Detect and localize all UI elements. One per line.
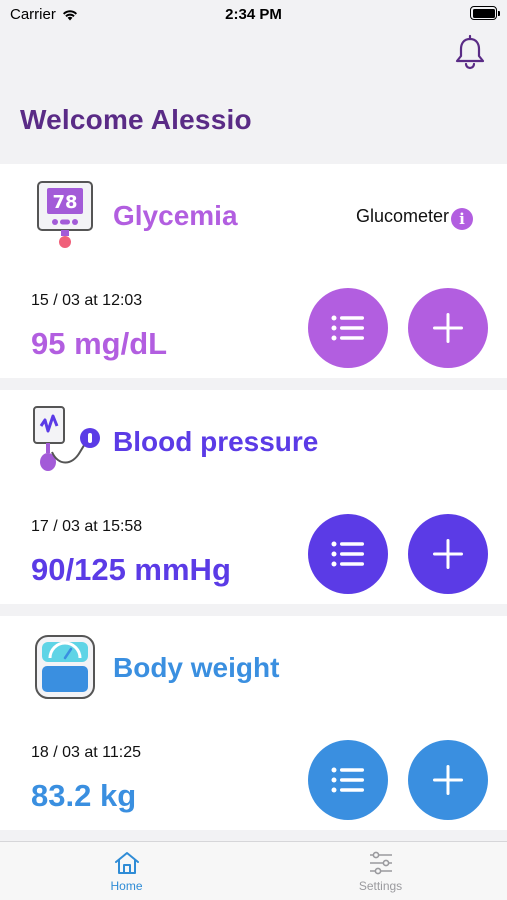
glycemia-date: 15 / 03 at 12:03 (31, 292, 143, 309)
status-bar: Carrier 2:34 PM (0, 0, 507, 30)
scale-icon (28, 630, 102, 704)
welcome-title: Welcome Alessio (20, 104, 252, 135)
home-icon (114, 852, 139, 874)
blood-pressure-value: 90/125 mmHg (31, 552, 231, 587)
battery-icon (470, 6, 500, 20)
glycemia-history-button[interactable] (308, 288, 388, 368)
body-weight-card: Body weight 18 / 03 at 11:25 83.2 kg (0, 616, 507, 830)
plus-icon (433, 313, 463, 343)
glucometer-icon: 78 (28, 178, 102, 252)
body-weight-add-button[interactable] (408, 740, 488, 820)
tab-home[interactable]: Home (0, 842, 253, 900)
svg-text:78: 78 (52, 192, 77, 213)
body-weight-value: 83.2 kg (31, 778, 137, 813)
blood-pressure-card: Blood pressure 17 / 03 at 15:58 90/125 m… (0, 390, 507, 604)
blood-pressure-monitor-icon (28, 404, 102, 478)
device-label: Glucometer (355, 206, 449, 226)
status-time: 2:34 PM (225, 6, 282, 23)
blood-pressure-date: 17 / 03 at 15:58 (31, 518, 143, 535)
list-icon (331, 315, 364, 341)
plus-icon (433, 765, 463, 795)
tab-settings[interactable]: Settings (254, 842, 507, 900)
tab-home-label: Home (110, 879, 143, 893)
glycemia-add-button[interactable] (408, 288, 488, 368)
body-weight-history-button[interactable] (308, 740, 388, 820)
body-weight-date: 18 / 03 at 11:25 (31, 744, 142, 761)
plus-icon (433, 539, 463, 569)
tab-settings-label: Settings (358, 879, 403, 893)
list-icon (331, 767, 364, 793)
body-weight-title: Body weight (113, 652, 280, 683)
glycemia-title: Glycemia (113, 200, 238, 231)
sliders-icon (369, 851, 392, 875)
blood-pressure-title: Blood pressure (113, 426, 319, 457)
list-icon (331, 541, 364, 567)
bell-icon (455, 34, 485, 70)
glycemia-value: 95 mg/dL (31, 326, 168, 361)
notifications-button[interactable] (453, 34, 487, 70)
glycemia-card: 78 Glycemia Glucometer i 15 / 03 at 12:0… (0, 164, 507, 378)
info-icon[interactable]: i (451, 208, 473, 230)
blood-pressure-history-button[interactable] (308, 514, 388, 594)
blood-pressure-add-button[interactable] (408, 514, 488, 594)
tab-bar: Home Settings (0, 841, 507, 900)
